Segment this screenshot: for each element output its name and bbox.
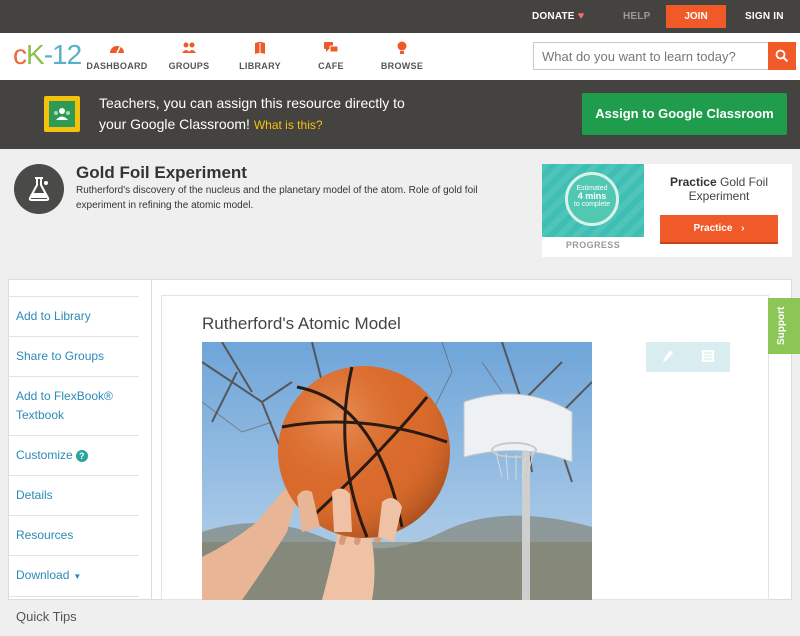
support-tab[interactable]: Support [768,298,800,354]
banner-line-2: your Google Classroom! [99,116,250,132]
library-icon [225,41,295,57]
practice-progress-badge: Estimated 4 mins to complete [542,164,644,237]
pencil-icon[interactable] [660,348,676,364]
cafe-icon [296,41,366,57]
concept-description: Rutherford's discovery of the nucleus an… [76,185,478,211]
article-tools [646,342,730,372]
to-complete-label: to complete [573,201,611,208]
article-title: Rutherford's Atomic Model [202,314,401,333]
chemistry-flask-icon [14,164,64,214]
add-to-flexbook-link[interactable]: Add to FlexBook® Textbook [8,376,139,435]
sidebar: Add to Library Share to Groups Add to Fl… [8,296,139,636]
groups-icon [154,41,224,57]
banner-line-1: Teachers, you can assign this resource d… [99,95,405,111]
main-nav: cK-12 DASHBOARD GROUPS LIBRARY CAFE BROW… [0,33,800,81]
utility-bar: DONATE ♥ HELP JOIN SIGN IN [0,0,800,33]
nav-label: BROWSE [380,61,424,71]
what-is-this-link[interactable]: What is this? [254,118,323,132]
browse-icon [367,41,437,57]
practice-card: Estimated 4 mins to complete PROGRESS Pr… [542,164,792,257]
assign-to-google-classroom-button[interactable]: Assign to Google Classroom [582,93,787,135]
practice-button-label: Practice [693,223,733,234]
practice-button[interactable]: Practice › [660,215,778,244]
notes-icon[interactable] [700,348,716,364]
customize-link[interactable]: Customize? [8,435,139,475]
search-input[interactable] [534,43,778,69]
search-box [533,42,796,70]
classroom-message: Teachers, you can assign this resource d… [99,93,549,136]
nav-groups[interactable]: GROUPS [154,41,224,71]
sidebar-divider [151,280,152,600]
textbook-label: Textbook [16,408,65,422]
donate-link[interactable]: DONATE ♥ [532,0,584,33]
nav-library[interactable]: LIBRARY [225,41,295,71]
practice-title: Practice Gold Foil Experiment [654,175,784,203]
nav-label: LIBRARY [239,61,281,71]
nav-label: GROUPS [168,61,210,71]
google-classroom-icon [44,96,80,132]
sign-in-link[interactable]: SIGN IN [745,0,784,33]
nav-dashboard[interactable]: DASHBOARD [82,41,152,71]
nav-browse[interactable]: BROWSE [367,41,437,71]
logo-k: K [26,39,45,70]
add-to-library-link[interactable]: Add to Library [8,296,139,336]
dashboard-icon [82,41,152,57]
search-button[interactable] [768,42,796,70]
customize-label: Customize [16,448,73,462]
search-icon [775,49,789,63]
concept-title: Gold Foil Experiment [76,163,247,182]
logo-c: c [13,39,27,70]
donate-label: DONATE [532,11,575,22]
quick-tips-heading[interactable]: Quick Tips [8,596,139,636]
resources-link[interactable]: Resources [8,515,139,555]
flexbook-label: Add to FlexBook® [16,389,113,403]
caret-down-icon: ▼ [73,572,82,581]
join-button[interactable]: JOIN [666,5,726,28]
download-label: Download [16,568,70,582]
classroom-banner: Teachers, you can assign this resource d… [0,80,800,149]
minutes-value: 4 mins [577,191,607,201]
help-question-icon[interactable]: ? [75,449,88,462]
time-estimate: Estimated 4 mins to complete [565,172,619,226]
logo-12: -12 [43,39,82,70]
progress-label: PROGRESS [565,240,621,250]
download-dropdown[interactable]: Download ▼ [8,555,139,596]
practice-title-bold: Practice [669,175,717,189]
heart-icon: ♥ [577,10,585,22]
share-to-groups-link[interactable]: Share to Groups [8,336,139,376]
nav-label: DASHBOARD [86,61,148,71]
nav-cafe[interactable]: CAFE [296,41,366,71]
nav-label: CAFE [318,61,344,71]
details-link[interactable]: Details [8,475,139,515]
chevron-right-icon: › [741,223,745,234]
support-label: Support [776,306,787,345]
basketball-photo [202,342,592,600]
help-link[interactable]: HELP [623,0,650,33]
ck12-logo[interactable]: cK-12 [13,39,82,71]
